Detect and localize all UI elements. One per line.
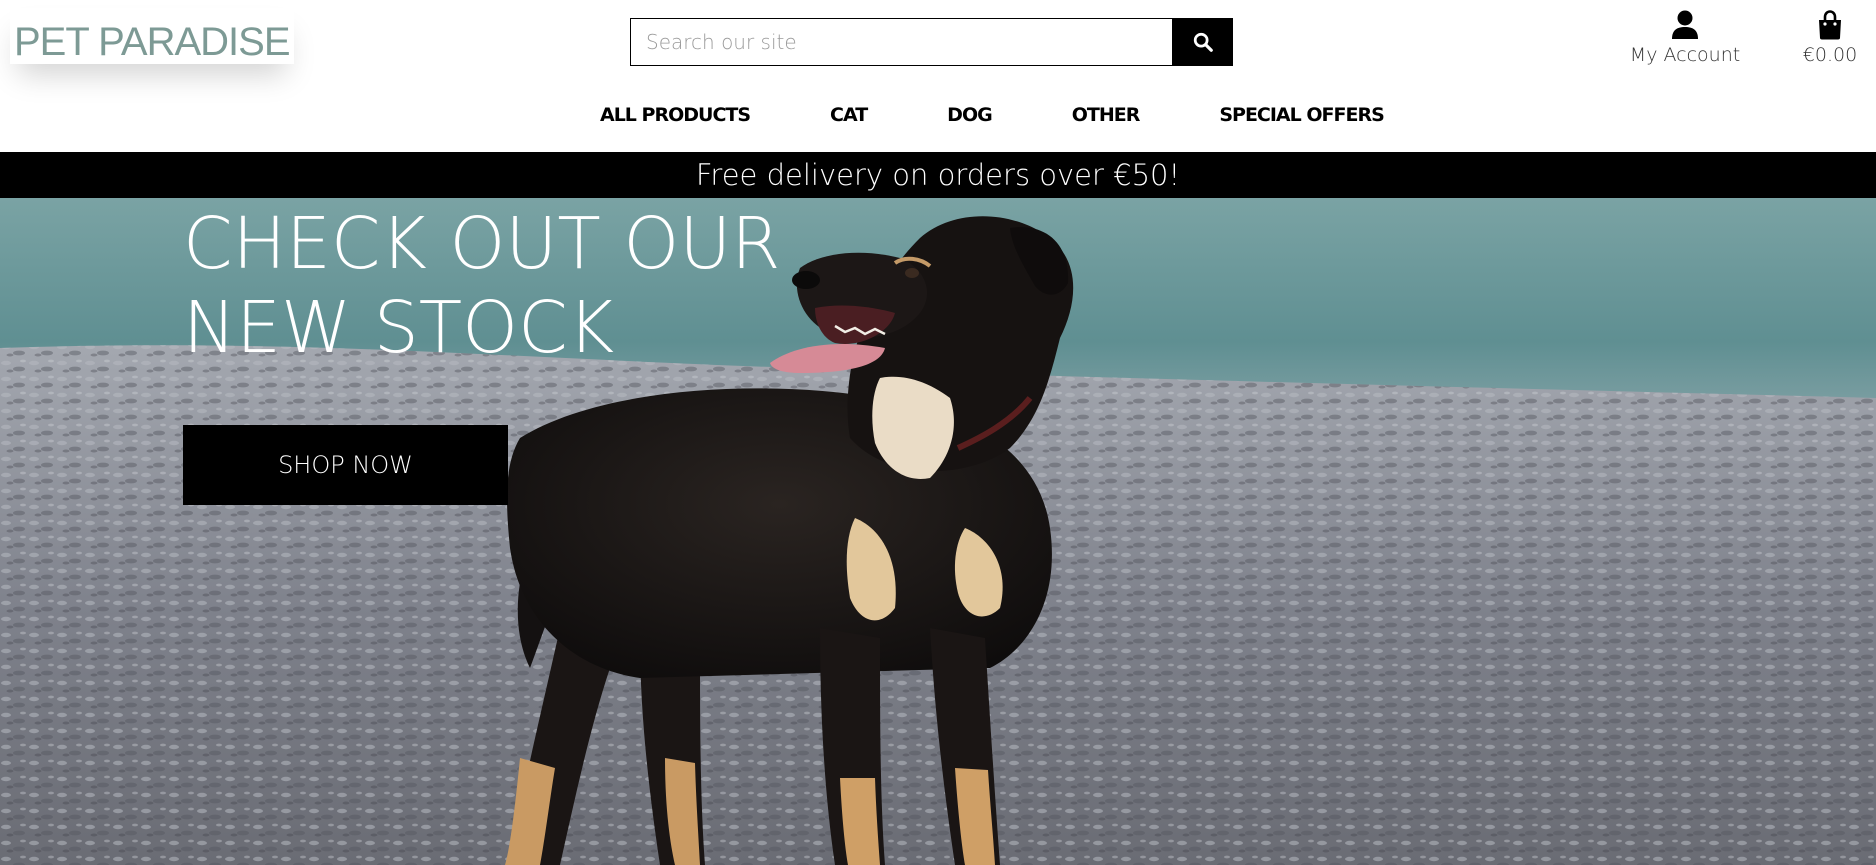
nav-item-other[interactable]: OTHER [1072, 104, 1141, 134]
shopping-bag-link[interactable]: €0.00 [1790, 10, 1870, 66]
main-nav: ALL PRODUCTS CAT DOG OTHER SPECIAL OFFER… [600, 104, 1385, 134]
hero-title-line-1: CHECK OUT OUR [183, 202, 781, 285]
bag-total: €0.00 [1802, 44, 1858, 66]
site-header: PET PARADISE My Account € [0, 0, 1876, 152]
nav-item-special-offers[interactable]: SPECIAL OFFERS [1219, 104, 1384, 134]
shop-now-button[interactable]: SHOP NOW [183, 425, 508, 505]
search-icon [1193, 32, 1213, 52]
search-input[interactable] [630, 18, 1172, 66]
shopping-bag-icon [1819, 10, 1841, 40]
nav-item-cat[interactable]: CAT [830, 104, 868, 134]
my-account-link[interactable]: My Account [1620, 10, 1750, 66]
site-logo[interactable]: PET PARADISE [10, 8, 294, 64]
my-account-label: My Account [1629, 44, 1741, 66]
hero-title-line-2: NEW STOCK [183, 286, 615, 369]
user-icon [1672, 10, 1698, 39]
nav-item-all-products[interactable]: ALL PRODUCTS [600, 104, 751, 134]
nav-item-dog[interactable]: DOG [947, 104, 993, 134]
delivery-banner: Free delivery on orders over €50! [0, 152, 1876, 198]
hero-section: CHECK OUT OUR NEW STOCK SHOP NOW [0, 198, 1876, 865]
hero-title: CHECK OUT OUR NEW STOCK [183, 202, 781, 370]
search-button[interactable] [1172, 18, 1233, 66]
search-form [630, 18, 1233, 66]
